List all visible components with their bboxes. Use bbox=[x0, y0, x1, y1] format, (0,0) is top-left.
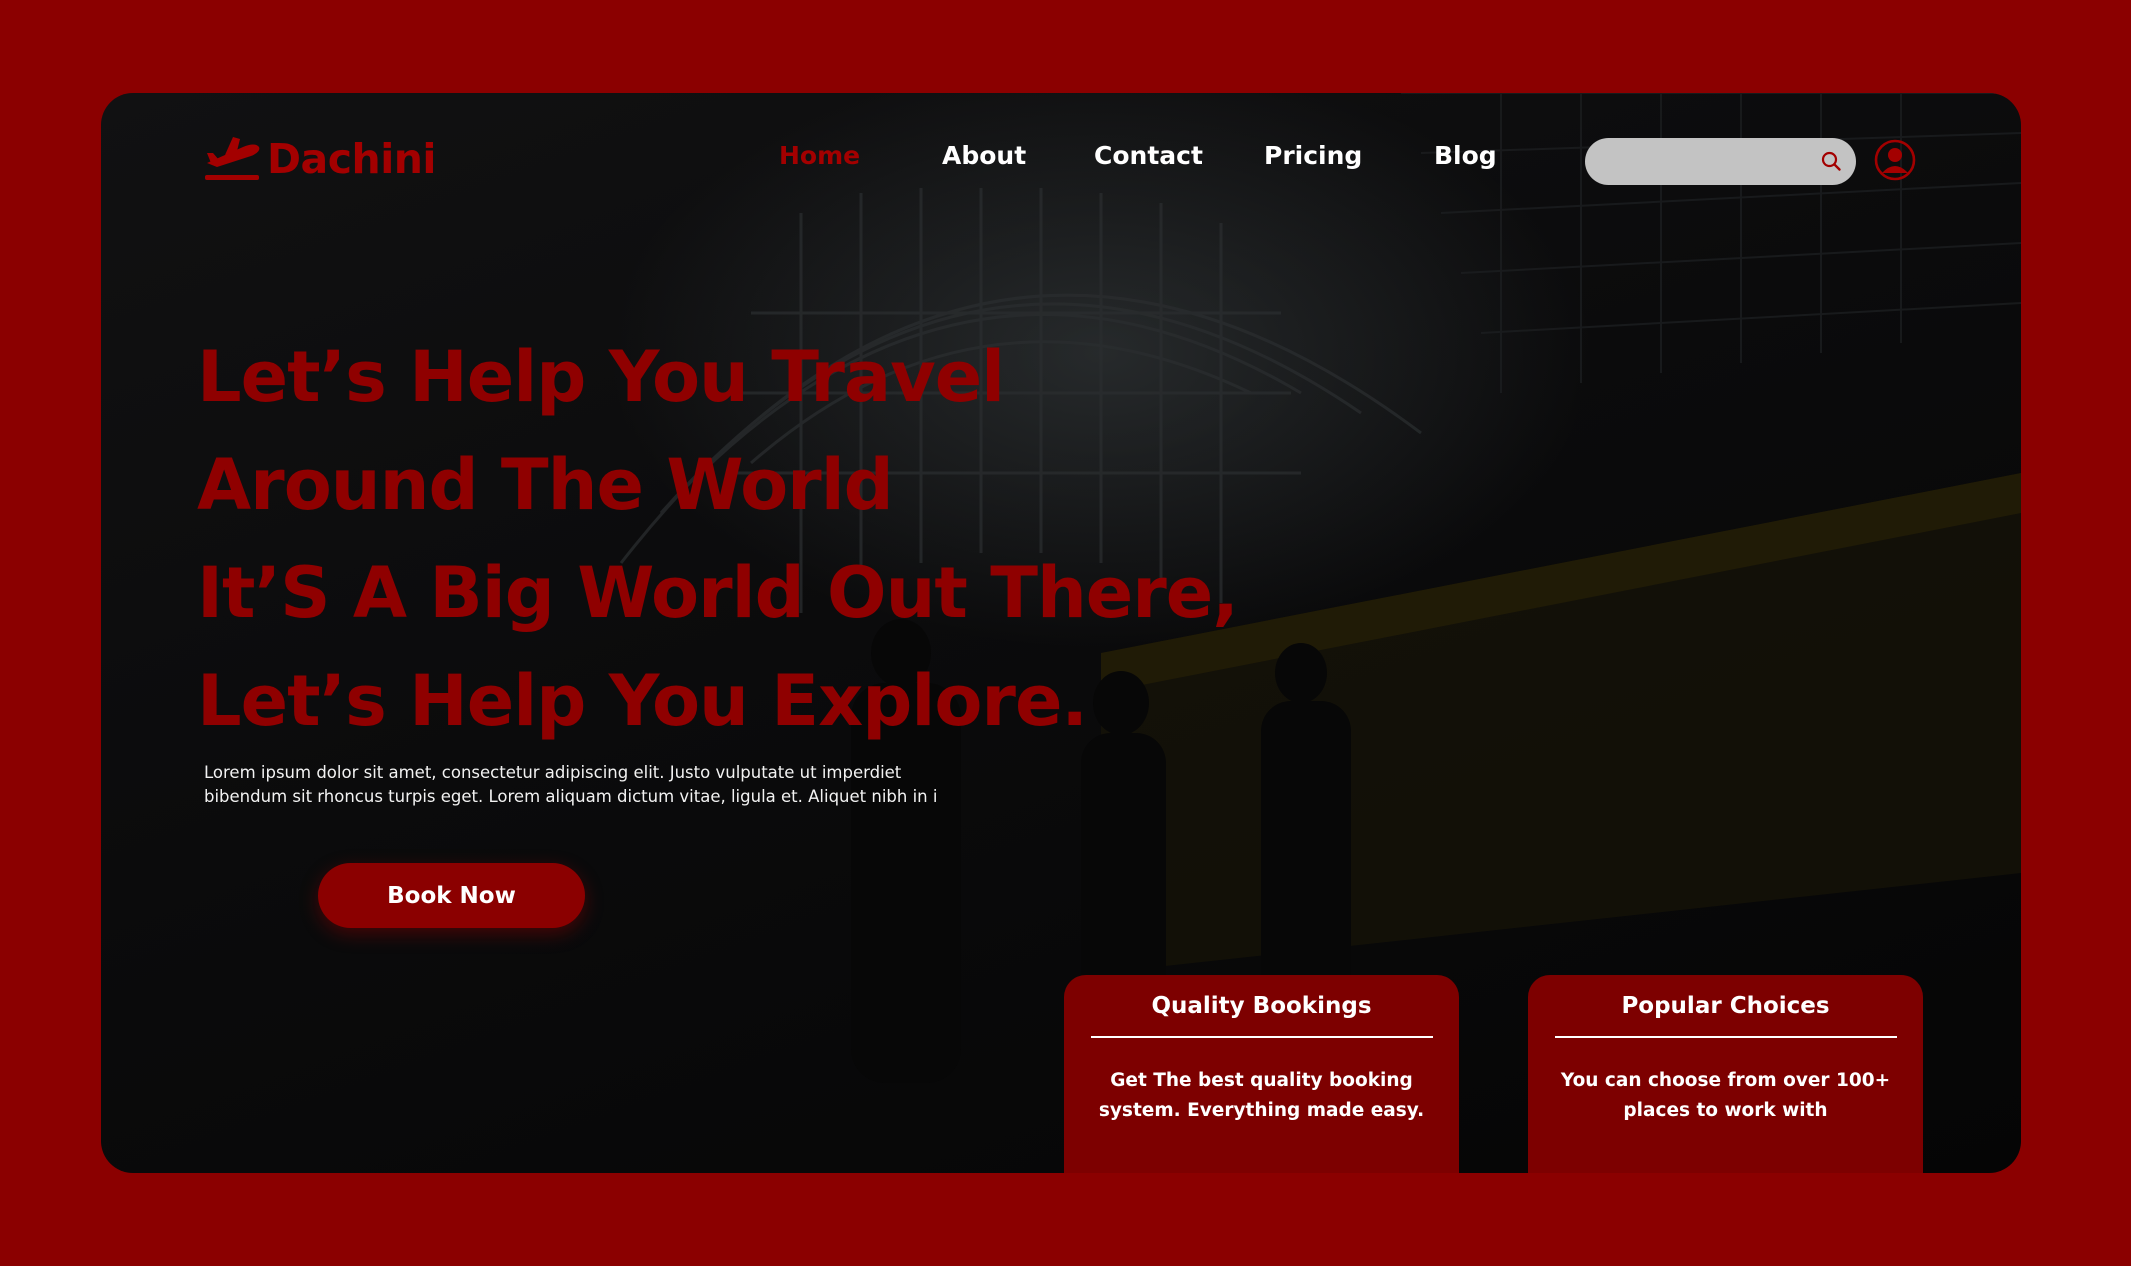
card-title: Quality Bookings bbox=[1151, 993, 1372, 1019]
nav-contact[interactable]: Contact bbox=[1094, 141, 1203, 170]
hero-headline: Let’s Help You Travel Around The World I… bbox=[197, 323, 1297, 755]
card-title: Popular Choices bbox=[1621, 993, 1830, 1019]
headline-line-3: It’S A Big World Out There, bbox=[197, 552, 1239, 634]
nav-pricing[interactable]: Pricing bbox=[1264, 141, 1362, 170]
card-divider bbox=[1090, 1036, 1433, 1038]
nav-blog[interactable]: Blog bbox=[1434, 141, 1497, 170]
nav-home[interactable]: Home bbox=[779, 141, 860, 170]
hero-frame: Dachini Home About Contact Pricing Blog … bbox=[101, 93, 2021, 1173]
headline-line-4: Let’s Help You Explore. bbox=[197, 660, 1088, 742]
card-body: You can choose from over 100+ places to … bbox=[1560, 1070, 1891, 1121]
headline-line-1: Let’s Help You Travel bbox=[197, 336, 1005, 418]
user-avatar-icon[interactable] bbox=[1874, 139, 1916, 181]
nav-about[interactable]: About bbox=[942, 141, 1026, 170]
feature-card-popular[interactable]: Popular Choices You can choose from over… bbox=[1528, 975, 1923, 1173]
search-input[interactable] bbox=[1603, 138, 1813, 185]
card-body: Get The best quality booking system. Eve… bbox=[1098, 1070, 1425, 1121]
card-divider bbox=[1554, 1036, 1897, 1038]
feature-card-quality[interactable]: Quality Bookings Get The best quality bo… bbox=[1064, 975, 1459, 1173]
headline-line-2: Around The World bbox=[197, 444, 894, 526]
search-icon[interactable] bbox=[1820, 150, 1842, 172]
hero-body-text: Lorem ipsum dolor sit amet, consectetur … bbox=[204, 763, 938, 806]
book-now-button[interactable]: Book Now bbox=[318, 863, 585, 928]
search-bar bbox=[1585, 138, 1856, 185]
